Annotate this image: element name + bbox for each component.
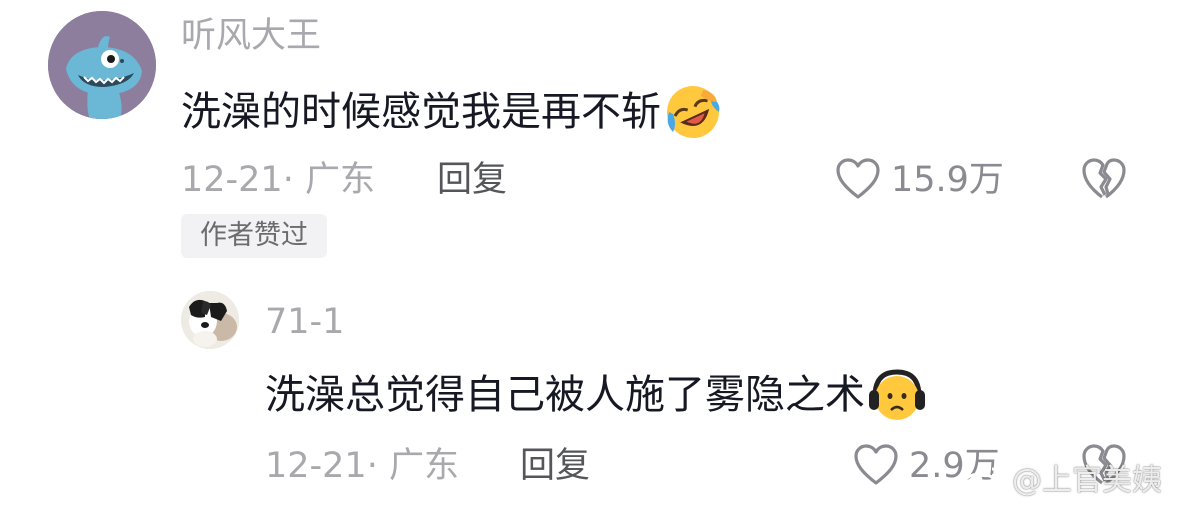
- rofl-emoji-icon: [667, 86, 720, 138]
- reply-text: 洗澡总觉得自己被人施了雾隐之术: [265, 366, 927, 424]
- comment-reply-button[interactable]: 回复: [437, 160, 507, 200]
- comment-like-count: 15.9万: [891, 160, 1004, 200]
- comment-dislike-button[interactable]: [1081, 157, 1127, 201]
- reply-text-body: 洗澡总觉得自己被人施了雾隐之术: [265, 372, 865, 418]
- comment-text: 洗澡的时候感觉我是再不斩: [181, 82, 723, 142]
- weibo-icon: [961, 467, 1004, 498]
- comment-date-location: 12-21· 广东: [181, 160, 375, 200]
- commenter-avatar[interactable]: [48, 11, 156, 119]
- reply-reply-button[interactable]: 回复: [520, 446, 590, 486]
- heart-outline-icon: [854, 444, 898, 485]
- replier-username[interactable]: 71-1: [265, 302, 344, 342]
- headphones-worried-emoji-icon: [869, 369, 925, 420]
- reply-like-button[interactable]: [853, 443, 899, 487]
- monster-avatar-icon: [48, 11, 156, 119]
- broken-heart-icon: [1082, 158, 1126, 199]
- dog-avatar-icon: [181, 291, 239, 349]
- author-liked-badge: 作者赞过: [181, 214, 327, 258]
- watermark: @上官美姨: [960, 463, 1162, 499]
- heart-outline-icon: [836, 158, 880, 199]
- commenter-username[interactable]: 听风大王: [181, 16, 321, 56]
- replier-avatar[interactable]: [181, 291, 239, 349]
- comment-thread: 听风大王 洗澡的时候感觉我是再不斩 12-21· 广东 回复 15.9万 作者赞…: [0, 0, 1179, 507]
- comment-like-button[interactable]: [835, 157, 881, 201]
- comment-text-body: 洗澡的时候感觉我是再不斩: [181, 89, 661, 135]
- reply-date-location: 12-21· 广东: [265, 446, 459, 486]
- watermark-text: @上官美姨: [1012, 463, 1162, 498]
